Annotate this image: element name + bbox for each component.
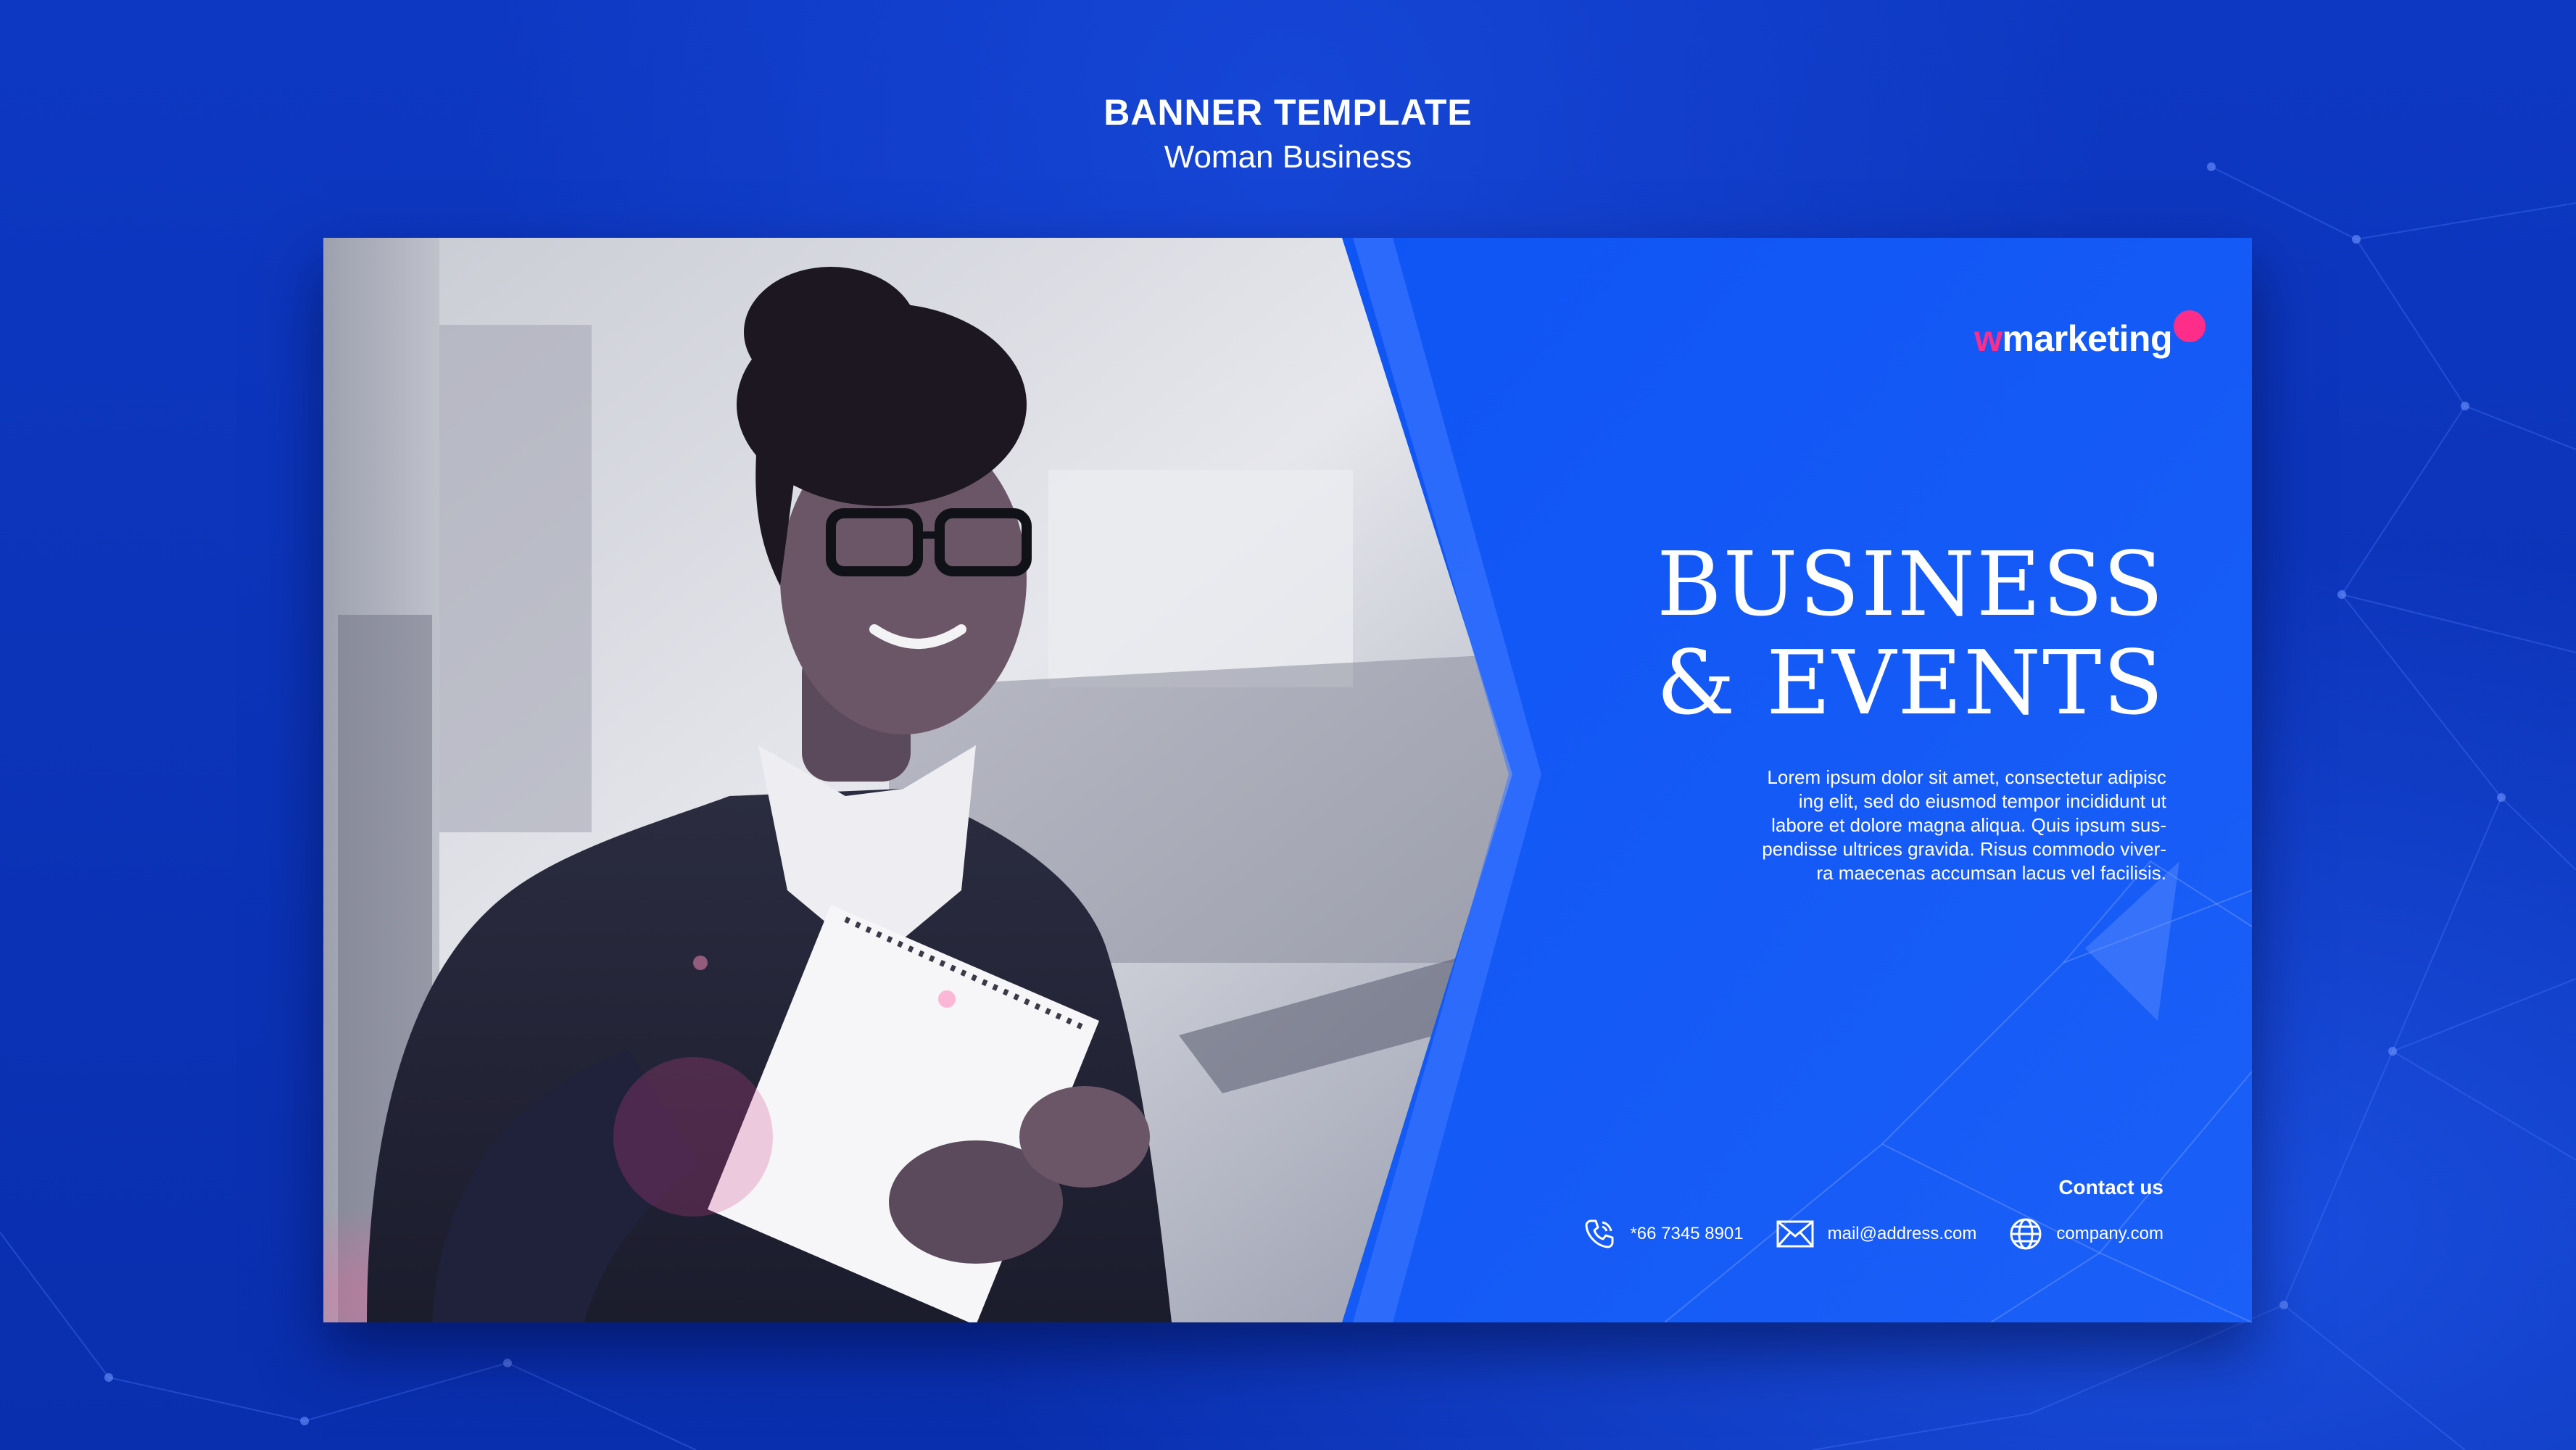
phone-number: *66 7345 8901 (1630, 1224, 1744, 1243)
body-line: ing elit, sed do eiusmod tempor incididu… (1798, 790, 2166, 812)
contact-website[interactable]: company.com (2008, 1217, 2163, 1251)
website-url: company.com (2056, 1224, 2163, 1243)
globe-icon (2010, 1218, 2042, 1250)
body-line: labore et dolore magna aliqua. Quis ipsu… (1771, 814, 2166, 836)
banner: wmarketing BUSINESS & EVENTS Lorem ipsum… (323, 238, 2252, 1322)
headline-line-2: & EVENTS (1656, 631, 2165, 734)
logo-dot-icon (2174, 310, 2206, 342)
logo-accent-letter: w (1974, 318, 2003, 359)
body-paragraph: Lorem ipsum dolor sit amet, consectetur … (1731, 766, 2166, 885)
contact-phone[interactable]: *66 7345 8901 (1582, 1217, 1744, 1251)
header: BANNER TEMPLATE Woman Business (0, 88, 2576, 178)
body-line: ra maecenas accumsan lacus vel facilisis… (1816, 862, 2166, 884)
envelope-icon (1776, 1220, 1814, 1248)
phone-icon (1585, 1219, 1614, 1248)
logo-text: marketing (2002, 318, 2173, 359)
email-address: mail@address.com (1827, 1224, 1977, 1243)
contact-row: *66 7345 8901 mail@address.com company.c… (1582, 1217, 2163, 1251)
headline-line-1: BUSINESS (1656, 533, 2165, 636)
header-title: BANNER TEMPLATE (1103, 92, 1473, 133)
contact-label: Contact us (2058, 1176, 2163, 1198)
header-subtitle: Woman Business (1164, 139, 1412, 175)
headline: BUSINESS & EVENTS (1657, 535, 2165, 732)
contact-email[interactable]: mail@address.com (1776, 1219, 1977, 1249)
wmarketing-logo: wmarketing (1974, 310, 2206, 360)
body-line: Lorem ipsum dolor sit amet, consectetur … (1767, 766, 2166, 788)
body-line: pendisse ultrices gravida. Risus commodo… (1762, 838, 2166, 860)
